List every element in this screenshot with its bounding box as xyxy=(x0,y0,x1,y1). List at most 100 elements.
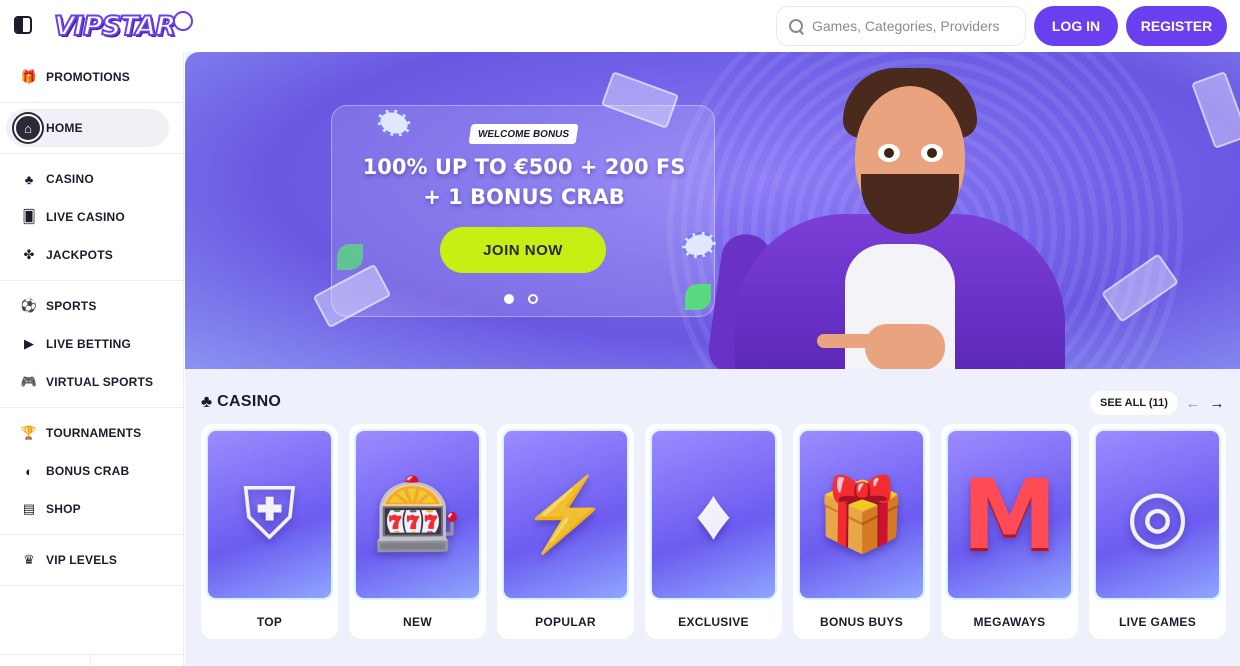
welcome-bonus-tag: WELCOME BONUS xyxy=(468,124,579,144)
carousel-dot-2[interactable] xyxy=(528,294,538,304)
sidebar-item-promotions[interactable]: 🎁 PROMOTIONS xyxy=(6,58,169,96)
diamond-icon: ♦ xyxy=(695,474,732,555)
category-tile-popular[interactable]: ⚡ POPULAR xyxy=(497,424,634,639)
slot-machine-icon: 🎰 xyxy=(372,475,463,555)
sidebar-item-virtual-sports[interactable]: 🎮 VIRTUAL SPORTS xyxy=(6,363,169,401)
sidebar-item-vip-levels[interactable]: ♛ VIP LEVELS xyxy=(6,541,169,579)
mascot-pointing-hand xyxy=(817,324,945,369)
search-icon xyxy=(789,18,804,34)
tile-label: MEGAWAYS xyxy=(973,615,1046,629)
register-button[interactable]: REGISTER xyxy=(1126,6,1227,46)
search-input[interactable] xyxy=(812,18,1012,34)
cards-icon: 🂠 xyxy=(22,209,36,224)
top-bar: VIPSTAR LOG IN REGISTER xyxy=(0,0,1240,52)
sidebar-item-bonus-crab[interactable]: ◐ BONUS CRAB xyxy=(6,452,169,490)
gift-box-art: 🎁 xyxy=(798,429,925,600)
banknote-decoration xyxy=(1191,70,1240,150)
category-tile-exclusive[interactable]: ♦ EXCLUSIVE xyxy=(645,424,782,639)
letter-m-art: M xyxy=(946,429,1073,600)
carousel-dots xyxy=(504,294,538,304)
sidebar: 🎁 PROMOTIONS ⌂ HOME ♣ CASINO 🂠 LIVE CASI… xyxy=(0,52,184,666)
sidebar-item-label: SHOP xyxy=(46,502,81,516)
category-tile-top[interactable]: ⛨ TOP xyxy=(201,424,338,639)
sidebar-item-live-betting[interactable]: ▶ LIVE BETTING xyxy=(6,325,169,363)
tile-label: LIVE GAMES xyxy=(1118,615,1196,629)
arrow-right-icon[interactable]: → xyxy=(1207,393,1227,413)
sidebar-item-casino[interactable]: ♣ CASINO xyxy=(6,160,169,198)
sidebar-item-tournaments[interactable]: 🏆 TOURNAMENTS xyxy=(6,414,169,452)
section-title: CASINO xyxy=(217,393,282,410)
tile-label: EXCLUSIVE xyxy=(678,615,749,629)
tile-label: TOP xyxy=(256,615,283,629)
search-box[interactable] xyxy=(776,6,1026,46)
sidebar-item-label: SPORTS xyxy=(46,299,97,313)
sidebar-item-label: BONUS CRAB xyxy=(46,464,130,478)
sidebar-item-label: VIRTUAL SPORTS xyxy=(46,375,154,389)
casino-section-header: ♣ CASINO xyxy=(201,392,281,412)
trophy-icon: 🏆 xyxy=(20,425,38,440)
sidebar-item-shop[interactable]: ▤ SHOP xyxy=(6,490,169,528)
category-tile-megaways[interactable]: M MEGAWAYS xyxy=(941,424,1078,639)
lightning-icon: ⚡ xyxy=(520,475,611,555)
diamond-crown-art: ♦ xyxy=(650,429,777,600)
main-content: WELCOME BONUS 100% UP TO €500 + 200 FS +… xyxy=(185,52,1240,666)
bonus-headline-line-2: + 1 BONUS CRAB xyxy=(423,185,625,209)
welcome-bonus-card: WELCOME BONUS 100% UP TO €500 + 200 FS +… xyxy=(331,105,715,317)
sidebar-group-sports: ⚽ SPORTS ▶ LIVE BETTING 🎮 VIRTUAL SPORTS xyxy=(0,281,183,408)
home-icon: ⌂ xyxy=(14,114,42,142)
sidebar-item-label: VIP LEVELS xyxy=(46,553,118,567)
logo-coin-icon xyxy=(173,11,194,31)
sidebar-group-tournaments: 🏆 TOURNAMENTS ◐ BONUS CRAB ▤ SHOP xyxy=(0,408,183,535)
letter-m-icon: M xyxy=(961,458,1058,571)
soccer-ball-icon: ⚽ xyxy=(20,298,38,313)
roulette-icon: ◎ xyxy=(1126,475,1189,556)
bonus-headline: 100% UP TO €500 + 200 FS + 1 BONUS CRAB xyxy=(332,152,716,212)
sidebar-item-sports[interactable]: ⚽ SPORTS xyxy=(6,287,169,325)
sidebar-group-promotions: 🎁 PROMOTIONS xyxy=(0,52,183,103)
sidebar-group-home: ⌂ HOME xyxy=(0,103,183,154)
sidebar-item-label: TOURNAMENTS xyxy=(46,426,142,440)
sidebar-item-home[interactable]: ⌂ HOME xyxy=(6,109,169,147)
logo[interactable]: VIPSTAR xyxy=(53,6,194,46)
arrow-left-icon[interactable]: ← xyxy=(1183,393,1203,413)
tile-label: BONUS BUYS xyxy=(819,615,903,629)
login-button[interactable]: LOG IN xyxy=(1034,6,1118,46)
gift-icon: 🎁 xyxy=(20,69,38,84)
see-all-button[interactable]: SEE ALL (11) xyxy=(1090,391,1178,415)
crown-icon: ♛ xyxy=(23,552,35,567)
cherry-icon: ♣ xyxy=(24,171,34,187)
join-now-button[interactable]: JOIN NOW xyxy=(440,227,606,273)
sidebar-group-casino: ♣ CASINO 🂠 LIVE CASINO ✤ JACKPOTS xyxy=(0,154,183,281)
sidebar-footer xyxy=(0,654,184,666)
crab-icon: ◐ xyxy=(25,463,33,479)
sidebar-item-jackpots[interactable]: ✤ JACKPOTS xyxy=(6,236,169,274)
mascot-character-illustration xyxy=(705,64,1075,369)
sidebar-group-vip: ♛ VIP LEVELS xyxy=(0,535,183,586)
category-tile-live-games[interactable]: ◎ LIVE GAMES xyxy=(1089,424,1226,639)
shop-icon: ▤ xyxy=(22,501,36,516)
sidebar-item-live-casino[interactable]: 🂠 LIVE CASINO xyxy=(6,198,169,236)
sidebar-item-label: JACKPOTS xyxy=(46,248,113,262)
sidebar-item-label: CASINO xyxy=(46,172,94,186)
bonus-headline-line-1: 100% UP TO €500 + 200 FS xyxy=(362,155,686,179)
roulette-wheel-art: ◎ xyxy=(1094,429,1221,600)
carousel-dot-1[interactable] xyxy=(504,294,514,304)
sidebar-item-label: HOME xyxy=(46,121,83,135)
mascot-eye xyxy=(921,144,943,162)
promo-banner[interactable]: WELCOME BONUS 100% UP TO €500 + 200 FS +… xyxy=(185,52,1240,369)
sidebar-item-label: LIVE CASINO xyxy=(46,210,125,224)
gift-icon: 🎁 xyxy=(816,475,907,555)
sidebar-item-label: PROMOTIONS xyxy=(46,70,131,84)
casino-category-tiles: ⛨ TOP 🎰 NEW ⚡ POPULAR ♦ EXCLUSIVE 🎁 BONU… xyxy=(201,424,1226,639)
slot-machine-art: 🎰 xyxy=(354,429,481,600)
clover-icon: ✤ xyxy=(23,247,35,262)
gamepad-icon: 🎮 xyxy=(20,374,38,389)
logo-text: VIPSTAR xyxy=(53,10,177,43)
mascot-eye xyxy=(878,144,900,162)
category-tile-bonus-buys[interactable]: 🎁 BONUS BUYS xyxy=(793,424,930,639)
viking-warrior-art: ⛨ xyxy=(206,429,333,600)
category-tile-new[interactable]: 🎰 NEW xyxy=(349,424,486,639)
tile-label: POPULAR xyxy=(535,615,596,629)
sidebar-item-label: LIVE BETTING xyxy=(46,337,132,351)
sidebar-toggle-icon[interactable] xyxy=(14,16,32,34)
